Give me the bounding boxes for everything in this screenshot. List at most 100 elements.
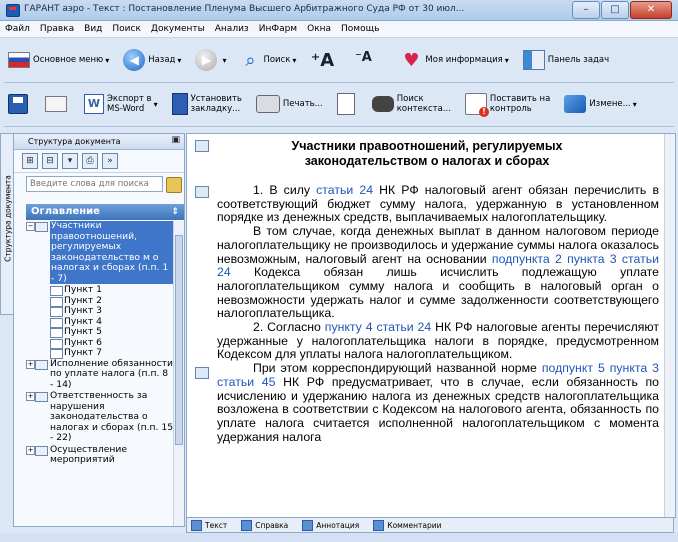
search-button[interactable]: ⌕ Поиск ▾ — [236, 44, 300, 76]
arrow-right-icon: ▶ — [195, 49, 218, 71]
maximize-button[interactable]: □ — [601, 1, 629, 19]
paragraph-icon — [50, 286, 63, 296]
menu-file[interactable]: Файл — [0, 24, 35, 34]
set-control-button[interactable]: Поставить наконтроль — [461, 88, 554, 120]
document-body: 1. В силу статьи 24 НК РФ налоговый аген… — [217, 183, 660, 444]
expand-icon[interactable]: + — [26, 392, 35, 401]
panel-toolbar: ⊞ ⊟ ▾ ⎙ » — [14, 150, 184, 173]
toc-item[interactable]: + Осуществление мероприятий — [26, 444, 174, 466]
font-decrease-icon: ⁻A — [354, 50, 372, 65]
font-decrease-button[interactable]: ⁻A — [347, 44, 382, 76]
section-icon — [35, 359, 48, 370]
view-mode-icon[interactable]: ▾ — [62, 153, 78, 169]
set-bookmark-button[interactable]: Установить закладку... — [168, 88, 246, 120]
email-button[interactable] — [41, 88, 74, 120]
close-button[interactable]: ✕ — [630, 1, 672, 19]
changes-button[interactable]: Измене... ▾ — [560, 88, 640, 120]
my-info-button[interactable]: ♥ Моя информация ▾ — [396, 44, 512, 76]
toc-tree: − Участники правоотношений, регулируемых… — [26, 221, 174, 526]
paragraph: 1. В силу статьи 24 НК РФ налоговый аген… — [217, 183, 659, 225]
bookmark-icon — [171, 93, 188, 115]
section-icon — [35, 445, 48, 456]
paragraph: В том случае, когда денежных выплат в да… — [217, 224, 660, 321]
tab-text[interactable]: Текст — [187, 519, 227, 531]
menu-windows[interactable]: Окна — [302, 24, 336, 34]
panel-icon — [522, 50, 545, 70]
options-icon[interactable]: » — [102, 153, 118, 169]
main-menu-button[interactable]: Основное меню ▾ — [4, 44, 113, 76]
paragraph-icon — [50, 338, 63, 349]
binoculars-icon — [371, 96, 394, 112]
tab-annotation[interactable]: Аннотация — [298, 519, 359, 531]
chevron-down-icon: ▾ — [222, 55, 227, 65]
chevron-down-icon: ▾ — [153, 99, 158, 109]
article-link[interactable]: статьи 24 — [316, 183, 373, 197]
document-title: Участники правоотношений, регулируемых з… — [291, 139, 563, 168]
menu-view[interactable]: Вид — [79, 24, 107, 34]
toc-item[interactable]: + Исполнение обязанности по уплате налог… — [26, 358, 174, 391]
tab-comments[interactable]: Комментарии — [369, 519, 441, 531]
search-icon: ⌕ — [245, 50, 256, 71]
document-scrollbar[interactable] — [664, 134, 675, 517]
toc-item[interactable]: − Участники правоотношений, регулируемых… — [26, 221, 174, 284]
context-search-button[interactable]: Поиск контекста... — [368, 88, 455, 120]
font-increase-button[interactable]: ⁺A — [306, 44, 341, 76]
collapse-tree-icon[interactable]: ⊟ — [42, 153, 58, 169]
search-go-icon[interactable] — [166, 177, 182, 193]
window-title: ГАРАНТ аэро - Текст : Постановление Плен… — [24, 4, 465, 14]
font-increase-icon: ⁺A — [310, 50, 335, 71]
toc-scrollbar[interactable] — [173, 221, 184, 526]
menu-search[interactable]: Поиск — [107, 24, 146, 34]
pin-icon[interactable]: ⇕ — [171, 204, 179, 220]
back-button[interactable]: ◀ Назад ▾ — [119, 44, 185, 76]
toc-item[interactable]: + Ответственность за нарушения законодат… — [26, 390, 174, 444]
save-button[interactable] — [4, 88, 35, 120]
forward-button[interactable]: ▶ ▾ — [191, 44, 230, 76]
print-button[interactable]: Печать... — [252, 88, 327, 120]
document-view-button[interactable] — [333, 88, 362, 120]
section-icon — [35, 222, 48, 232]
structure-search-input[interactable] — [26, 176, 163, 192]
scroll-thumb[interactable] — [175, 235, 183, 445]
print-tree-icon[interactable]: ⎙ — [82, 153, 98, 169]
flag-icon — [8, 52, 30, 68]
document-text-area: Участники правоотношений, регулируемых з… — [186, 133, 676, 518]
menu-infarm[interactable]: ИнФарм — [254, 24, 302, 34]
tab-reference[interactable]: Справка — [237, 519, 288, 531]
comments-icon — [373, 519, 385, 531]
paragraph: 2. Согласно пункту 4 статьи 24 НК РФ нал… — [217, 320, 659, 362]
paragraph-marker-icon[interactable] — [195, 140, 209, 152]
menu-analysis[interactable]: Анализ — [210, 24, 254, 34]
expand-tree-icon[interactable]: ⊞ — [22, 153, 38, 169]
document-structure-panel: Структура документа ▣ ⊞ ⊟ ▾ ⎙ » Оглавлен… — [13, 133, 185, 527]
changes-icon — [564, 95, 587, 113]
structure-vertical-tab[interactable]: Структура документа — [0, 133, 14, 315]
chevron-down-icon: ▾ — [105, 55, 110, 65]
paragraph-icon — [50, 307, 63, 317]
paragraph-marker-icon[interactable] — [195, 367, 209, 379]
export-word-button[interactable]: W Экспорт в MS-Word ▾ — [80, 88, 162, 120]
menu-edit[interactable]: Правка — [35, 24, 79, 34]
minimize-button[interactable]: – — [572, 1, 600, 19]
menu-bar: Файл Правка Вид Поиск Документы Анализ И… — [0, 21, 678, 38]
chevron-down-icon: ▾ — [292, 55, 297, 65]
document-icon — [336, 93, 355, 115]
chevron-down-icon: ▾ — [632, 99, 637, 109]
paragraph-marker-icon[interactable] — [195, 186, 209, 198]
heart-icon: ♥ — [403, 50, 420, 71]
main-window: ГАРАНТ аэро - Текст : Постановление Плен… — [0, 0, 678, 542]
menu-documents[interactable]: Документы — [146, 24, 210, 34]
taskbar-panel-button[interactable]: Панель задач — [519, 44, 613, 76]
printer-icon — [255, 95, 280, 113]
expand-icon[interactable]: + — [26, 445, 35, 455]
collapse-icon[interactable]: − — [26, 222, 35, 231]
article-link[interactable]: пункту 4 статьи 24 — [325, 320, 431, 334]
save-icon — [8, 94, 28, 114]
toc-header[interactable]: Оглавление ⇕ — [26, 204, 184, 220]
menu-help[interactable]: Помощь — [336, 24, 384, 34]
section-icon — [35, 392, 48, 402]
paragraph-icon — [50, 328, 63, 338]
panel-close-icon[interactable]: ▣ — [171, 135, 180, 145]
title-bar[interactable]: ГАРАНТ аэро - Текст : Постановление Плен… — [0, 0, 678, 21]
expand-icon[interactable]: + — [26, 359, 35, 369]
